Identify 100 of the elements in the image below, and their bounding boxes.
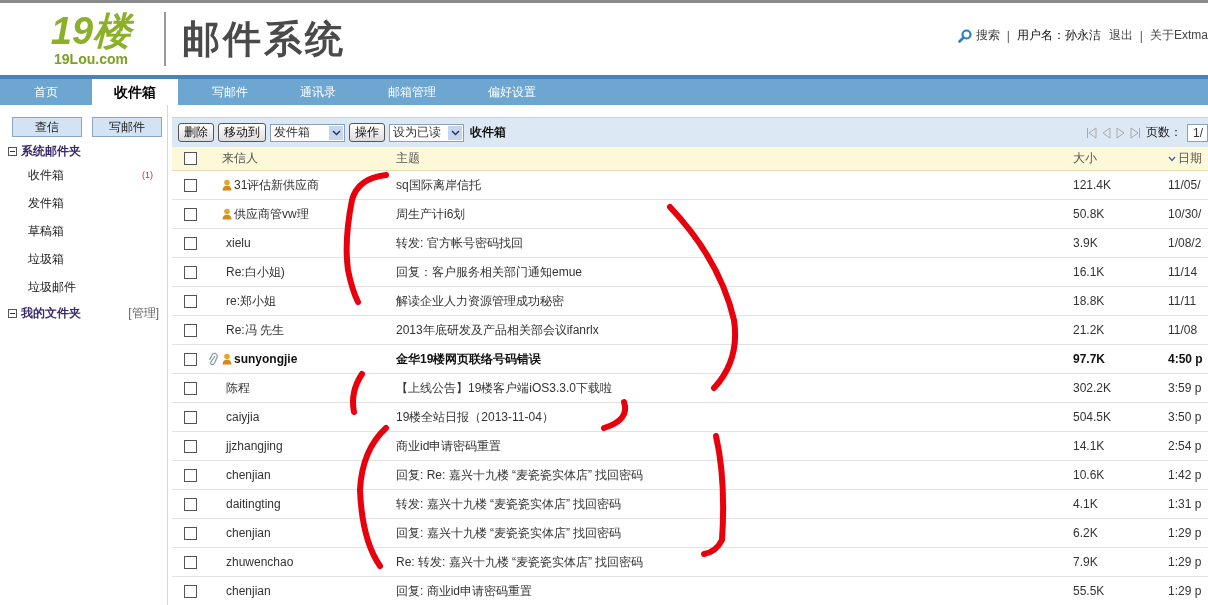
sender-text[interactable]: chenjian	[222, 584, 271, 598]
action-button[interactable]: 操作	[349, 123, 385, 142]
column-header[interactable]: 主题	[396, 150, 1073, 167]
sender-text[interactable]: chenjian	[222, 526, 271, 540]
sidebar-button[interactable]: 写邮件	[92, 117, 162, 137]
subject-text[interactable]: 转发: 嘉兴十九楼 “麦瓷瓷实体店” 找回密码	[396, 495, 1073, 513]
subject-text[interactable]: 19楼全站日报（2013-11-04）	[396, 408, 1073, 426]
logo: 19楼 19Lou.com	[49, 11, 135, 67]
sender-text[interactable]: re:郑小姐	[222, 292, 276, 310]
search-link[interactable]: 搜索	[975, 27, 1000, 44]
date-text: 1:31 p	[1168, 497, 1202, 511]
page-field[interactable]: 1/	[1187, 123, 1208, 142]
column-header[interactable]: 大小	[1073, 150, 1168, 167]
sender-text[interactable]: xielu	[222, 236, 251, 250]
sort-caret-icon[interactable]	[1168, 155, 1176, 162]
column-header[interactable]: 日期	[1168, 150, 1202, 167]
folder-group-label[interactable]: 我的文件夹	[21, 304, 81, 322]
subject-text[interactable]: 回复：客户服务相关部门通知emue	[396, 263, 1073, 281]
date-text: 1/08/2	[1168, 236, 1202, 250]
folder-item[interactable]: 发件箱	[28, 194, 64, 212]
nav-tab[interactable]: 收件箱	[92, 79, 178, 105]
subject-text[interactable]: 2013年底研发及产品相关部会议ifanrlx	[396, 321, 1073, 339]
sender-text[interactable]: jjzhangjing	[222, 439, 283, 453]
subject-text[interactable]: 周生产计i6划	[396, 205, 1073, 223]
sender-text[interactable]: Re:冯 先生	[222, 321, 284, 339]
subject-text[interactable]: 回复: 嘉兴十九楼 “麦瓷瓷实体店” 找回密码	[396, 524, 1073, 542]
move-button[interactable]: 移动到	[218, 123, 266, 142]
delete-button[interactable]: 删除	[178, 123, 214, 142]
column-header[interactable]: 来信人	[222, 150, 396, 167]
folder-group-label[interactable]: 系统邮件夹	[21, 142, 81, 160]
subject-text[interactable]: 【上线公告】19楼客户端iOS3.3.0下载啦	[396, 379, 1073, 397]
size-text: 55.5K	[1073, 584, 1106, 598]
sender-text[interactable]: 供应商管vw理	[234, 205, 309, 223]
date-text: 1:29 p	[1168, 584, 1202, 598]
row-checkbox[interactable]	[183, 294, 197, 308]
hand-drawn-mark	[601, 399, 629, 431]
folder-dropdown[interactable]: 发件箱	[270, 123, 345, 142]
size-text: 18.8K	[1073, 294, 1106, 308]
date-text: 1:29 p	[1168, 526, 1202, 540]
sender-text[interactable]: 31评估新供应商	[234, 176, 320, 194]
sender-text[interactable]: daitingting	[222, 497, 281, 511]
row-checkbox[interactable]	[183, 178, 197, 192]
row-checkbox[interactable]	[183, 439, 197, 453]
row-checkbox[interactable]	[183, 526, 197, 540]
date-text: 3:59 p	[1168, 381, 1202, 395]
row-checkbox[interactable]	[183, 381, 197, 395]
header-link[interactable]: 退出	[1108, 27, 1133, 44]
row-checkbox[interactable]	[183, 410, 197, 424]
folder-item[interactable]: 收件箱	[28, 166, 64, 184]
subject-text[interactable]: 解读企业人力资源管理成功秘密	[396, 292, 1073, 310]
username-label: 用户名：孙永洁	[1016, 27, 1101, 44]
collapse-toggle[interactable]	[8, 308, 17, 318]
sender-text[interactable]: Re:白小姐)	[222, 263, 285, 281]
sender-text[interactable]: chenjian	[222, 468, 271, 482]
sender-text[interactable]: 陈程	[222, 379, 250, 397]
header-link[interactable]: 关于Extma	[1150, 27, 1208, 44]
app-title: 邮件系统	[182, 16, 346, 62]
folder-item[interactable]: 草稿箱	[28, 222, 64, 240]
row-checkbox[interactable]	[183, 323, 197, 337]
row-checkbox[interactable]	[183, 352, 197, 366]
size-text: 3.9K	[1073, 236, 1099, 250]
date-text: 1:29 p	[1168, 555, 1202, 569]
date-text: 11/05/	[1168, 178, 1201, 192]
sender-text[interactable]: caiyjia	[222, 410, 260, 424]
search-icon[interactable]	[957, 28, 972, 43]
size-text: 302.2K	[1073, 381, 1113, 395]
row-checkbox[interactable]	[183, 265, 197, 279]
subject-text[interactable]: 回复: 商业id申请密码重置	[396, 582, 1073, 600]
select-all-checkbox[interactable]	[183, 152, 197, 165]
row-checkbox[interactable]	[183, 497, 197, 511]
manage-link[interactable]: [管理]	[128, 304, 159, 322]
subject-text[interactable]: 商业id申请密码重置	[396, 437, 1073, 455]
row-checkbox[interactable]	[183, 584, 197, 598]
size-text: 10.6K	[1073, 468, 1106, 482]
row-checkbox[interactable]	[183, 468, 197, 482]
sidebar-button[interactable]: 查信	[12, 117, 82, 137]
size-text: 4.1K	[1073, 497, 1099, 511]
size-text: 6.2K	[1073, 526, 1099, 540]
size-text: 21.2K	[1073, 323, 1106, 337]
subject-text[interactable]: sq国际离岸信托	[396, 176, 1073, 194]
folder-item[interactable]: 垃圾箱	[28, 250, 64, 268]
size-text: 504.5K	[1073, 410, 1113, 424]
subject-text[interactable]: Re: 转发: 嘉兴十九楼 “麦瓷瓷实体店” 找回密码	[396, 553, 1073, 571]
unread-count: (1)	[142, 170, 153, 180]
subject-text[interactable]: 金华19楼网页联络号码错误	[396, 350, 1073, 368]
row-checkbox[interactable]	[183, 207, 197, 221]
collapse-toggle[interactable]	[8, 146, 17, 156]
size-text: 7.9K	[1073, 555, 1099, 569]
sender-text[interactable]: sunyongjie	[234, 352, 298, 366]
date-text: 1:42 p	[1168, 468, 1202, 482]
row-checkbox[interactable]	[183, 236, 197, 250]
sender-text[interactable]: zhuwenchao	[222, 555, 294, 569]
subject-text[interactable]: 转发: 官方帐号密码找回	[396, 234, 1073, 252]
row-checkbox[interactable]	[183, 555, 197, 569]
date-text: 11/11	[1168, 294, 1197, 308]
folder-item[interactable]: 垃圾邮件	[28, 278, 76, 296]
mark-dropdown[interactable]: 设为已读	[389, 123, 464, 142]
size-text: 14.1K	[1073, 439, 1106, 453]
date-text: 4:50 p	[1168, 352, 1203, 366]
subject-text[interactable]: 回复: Re: 嘉兴十九楼 “麦瓷瓷实体店” 找回密码	[396, 466, 1073, 484]
